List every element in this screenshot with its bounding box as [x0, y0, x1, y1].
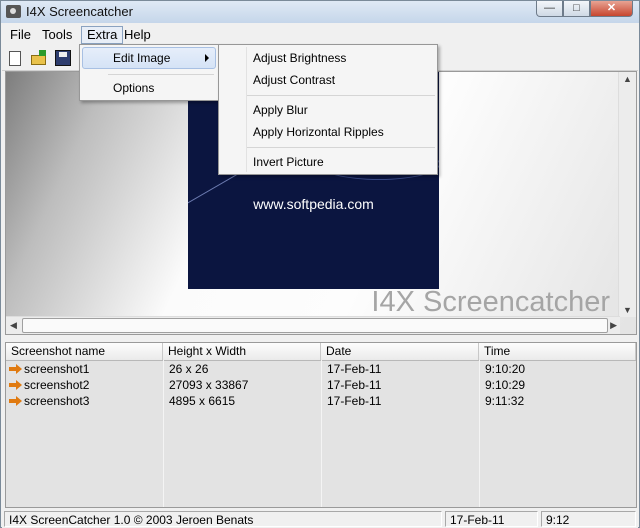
- row-size: 4895 x 6615: [169, 394, 236, 408]
- table-row[interactable]: screenshot1 26 x 26 17-Feb-11 9:10:20: [6, 361, 636, 377]
- table-row[interactable]: screenshot2 27093 x 33867 17-Feb-11 9:10…: [6, 377, 636, 393]
- menu-separator: [247, 95, 435, 96]
- new-document-icon[interactable]: [9, 51, 21, 66]
- menu-tools[interactable]: Tools: [37, 26, 77, 44]
- row-time: 9:10:29: [485, 378, 526, 392]
- submenu-item-invert-picture[interactable]: Invert Picture: [221, 151, 435, 173]
- row-size: 26 x 26: [169, 362, 209, 376]
- menu-separator: [247, 147, 435, 148]
- orange-arrow-icon: [9, 364, 22, 374]
- row-name: screenshot1: [24, 362, 90, 376]
- column-header-date[interactable]: Date: [321, 343, 479, 360]
- row-date: 17-Feb-11: [327, 378, 382, 392]
- app-watermark: I4X Screencatcher: [371, 286, 610, 318]
- status-time: 9:12: [541, 511, 636, 527]
- vertical-scrollbar[interactable]: ▲ ▼: [618, 72, 636, 317]
- row-time: 9:11:32: [485, 394, 525, 408]
- scroll-down-icon[interactable]: ▼: [623, 305, 632, 315]
- menu-separator: [108, 74, 214, 75]
- status-date: 17-Feb-11: [445, 511, 538, 527]
- submenu-item-adjust-brightness[interactable]: Adjust Brightness: [221, 47, 435, 69]
- horizontal-scrollbar[interactable]: ◀ ▶: [6, 316, 620, 334]
- submenu-item-adjust-contrast[interactable]: Adjust Contrast: [221, 69, 435, 91]
- window-title: I4X Screencatcher: [26, 4, 133, 19]
- column-header-name[interactable]: Screenshot name: [6, 343, 163, 360]
- extra-dropdown-menu: Edit Image Options: [79, 44, 219, 101]
- menu-extra[interactable]: Extra: [81, 26, 124, 44]
- scroll-left-icon[interactable]: ◀: [10, 320, 17, 331]
- row-time: 9:10:20: [485, 362, 526, 376]
- status-bar: I4X ScreenCatcher 1.0 © 2003 Jeroen Bena…: [2, 510, 638, 528]
- menu-help[interactable]: Help: [119, 26, 156, 44]
- captured-url-text: www.softpedia.com: [253, 196, 374, 212]
- open-arrow-shape: [39, 50, 46, 56]
- maximize-button[interactable]: □: [563, 1, 590, 17]
- title-bar[interactable]: I4X Screencatcher — □ ✕: [1, 1, 639, 23]
- open-folder-icon[interactable]: [31, 50, 47, 66]
- row-size: 27093 x 33867: [169, 378, 249, 392]
- menu-bar: File Tools Extra Help: [2, 25, 638, 45]
- submenu-arrow-icon: [205, 54, 209, 62]
- row-date: 17-Feb-11: [327, 394, 382, 408]
- scroll-up-icon[interactable]: ▲: [623, 74, 632, 84]
- scroll-right-icon[interactable]: ▶: [610, 320, 617, 331]
- table-row[interactable]: screenshot3 4895 x 6615 17-Feb-11 9:11:3…: [6, 393, 636, 409]
- folder-shape: [31, 55, 46, 65]
- save-floppy-icon[interactable]: [55, 50, 71, 66]
- status-info: I4X ScreenCatcher 1.0 © 2003 Jeroen Bena…: [4, 511, 442, 527]
- menu-item-edit-image[interactable]: Edit Image: [82, 47, 216, 69]
- column-header-time[interactable]: Time: [479, 343, 636, 360]
- camera-app-icon[interactable]: [6, 5, 21, 18]
- horizontal-scroll-thumb[interactable]: [22, 318, 608, 333]
- screenshot-list: Screenshot name Height x Width Date Time…: [5, 342, 637, 508]
- close-button[interactable]: ✕: [590, 1, 633, 17]
- row-name: screenshot2: [24, 378, 90, 392]
- row-name: screenshot3: [24, 394, 90, 408]
- list-header: Screenshot name Height x Width Date Time: [6, 343, 636, 361]
- minimize-button[interactable]: —: [536, 1, 563, 17]
- orange-arrow-icon: [9, 380, 22, 390]
- column-header-size[interactable]: Height x Width: [163, 343, 321, 360]
- row-date: 17-Feb-11: [327, 362, 382, 376]
- menu-file[interactable]: File: [5, 26, 36, 44]
- submenu-item-apply-horizontal-ripples[interactable]: Apply Horizontal Ripples: [221, 121, 435, 143]
- submenu-item-apply-blur[interactable]: Apply Blur: [221, 99, 435, 121]
- menu-item-label: Edit Image: [113, 51, 171, 65]
- menu-item-options[interactable]: Options: [82, 77, 216, 99]
- orange-arrow-icon: [9, 396, 22, 406]
- edit-image-submenu: Adjust Brightness Adjust Contrast Apply …: [218, 44, 438, 175]
